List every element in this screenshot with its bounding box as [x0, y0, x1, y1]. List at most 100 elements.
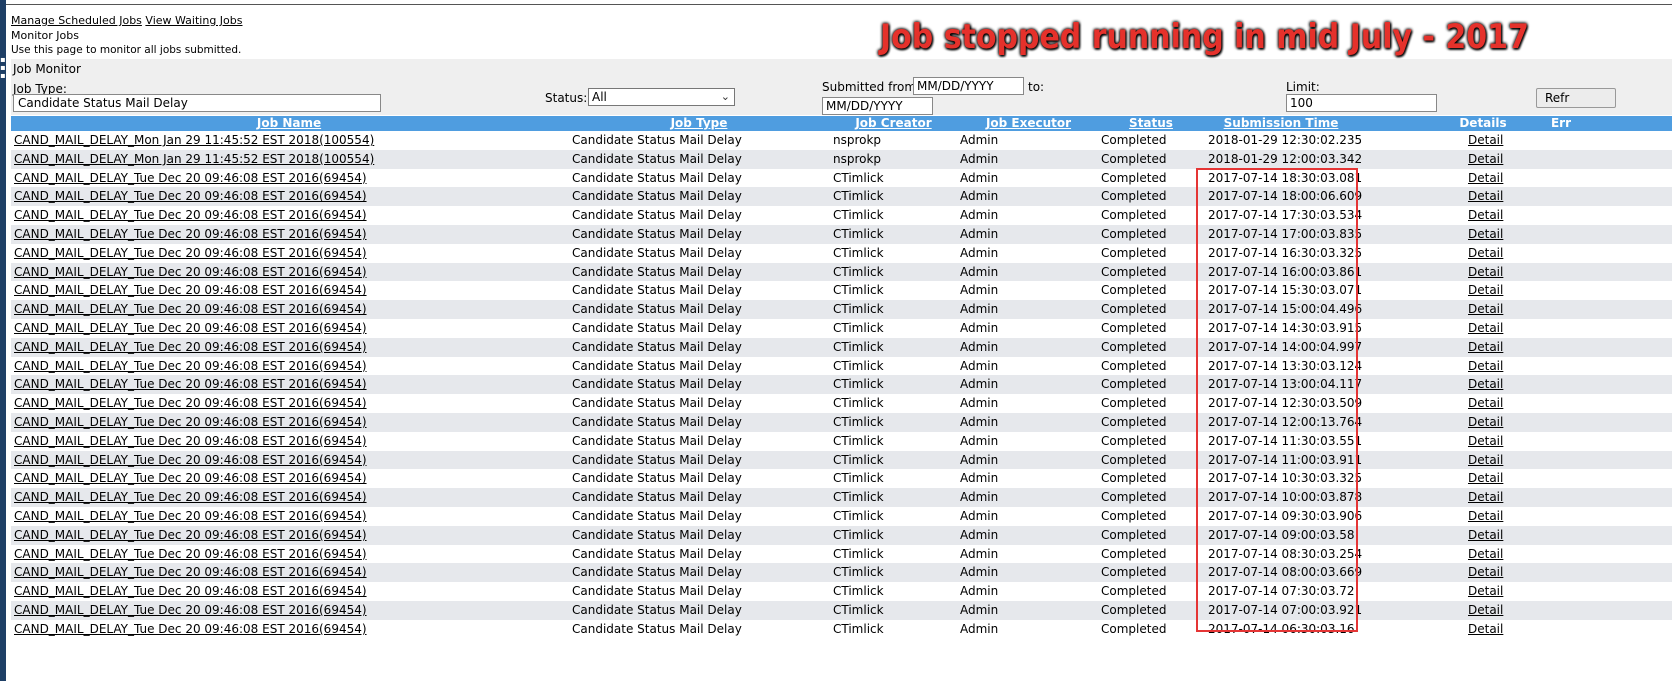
- detail-link[interactable]: Detail: [1468, 189, 1503, 203]
- job-name-link[interactable]: CAND_MAIL_DELAY_Tue Dec 20 09:46:08 EST …: [14, 171, 367, 185]
- job-type-cell: Candidate Status Mail Delay: [572, 133, 742, 147]
- job-name-link[interactable]: CAND_MAIL_DELAY_Tue Dec 20 09:46:08 EST …: [14, 565, 367, 579]
- detail-link[interactable]: Detail: [1468, 415, 1503, 429]
- detail-link[interactable]: Detail: [1468, 152, 1503, 166]
- job-type-cell: Candidate Status Mail Delay: [572, 433, 742, 448]
- job-name-link[interactable]: CAND_MAIL_DELAY_Tue Dec 20 09:46:08 EST …: [14, 208, 367, 222]
- job-name-link[interactable]: CAND_MAIL_DELAY_Tue Dec 20 09:46:08 EST …: [14, 359, 367, 373]
- top-nav-links: Manage Scheduled Jobs View Waiting Jobs: [11, 14, 242, 27]
- column-header-submission-time[interactable]: Submission Time: [1201, 116, 1361, 131]
- job-name-link[interactable]: CAND_MAIL_DELAY_Tue Dec 20 09:46:08 EST …: [14, 189, 367, 203]
- job-type-cell: Candidate Status Mail Delay: [572, 189, 742, 204]
- detail-link[interactable]: Detail: [1468, 509, 1503, 523]
- job-name-link[interactable]: CAND_MAIL_DELAY_Tue Dec 20 09:46:08 EST …: [14, 246, 367, 260]
- detail-link[interactable]: Detail: [1468, 471, 1503, 485]
- job-creator-cell: CTimlick: [833, 414, 884, 429]
- detail-link[interactable]: Detail: [1468, 133, 1503, 147]
- column-header-job-name[interactable]: Job Name: [11, 116, 567, 131]
- detail-link[interactable]: Detail: [1468, 246, 1503, 260]
- limit-input[interactable]: 100: [1286, 94, 1437, 112]
- job-executor-cell: Admin: [960, 358, 999, 373]
- submission-time-cell: 2017-07-14 13:00:04.117: [1208, 377, 1363, 392]
- submission-time-cell: 2017-07-14 08:00:03.669: [1208, 565, 1363, 580]
- job-type-cell: Candidate Status Mail Delay: [572, 208, 742, 223]
- job-name-link[interactable]: CAND_MAIL_DELAY_Tue Dec 20 09:46:08 EST …: [14, 415, 367, 429]
- job-executor-cell: Admin: [960, 621, 999, 636]
- limit-label: Limit:: [1286, 80, 1320, 94]
- detail-link[interactable]: Detail: [1468, 434, 1503, 448]
- job-name-link[interactable]: CAND_MAIL_DELAY_Tue Dec 20 09:46:08 EST …: [14, 490, 367, 504]
- detail-link[interactable]: Detail: [1468, 283, 1503, 297]
- submitted-from-input[interactable]: MM/DD/YYYY: [913, 77, 1024, 95]
- status-cell: Completed: [1101, 245, 1167, 260]
- detail-link[interactable]: Detail: [1468, 396, 1503, 410]
- job-name-link[interactable]: CAND_MAIL_DELAY_Tue Dec 20 09:46:08 EST …: [14, 471, 367, 485]
- status-cell: Completed: [1101, 226, 1167, 241]
- status-cell: Completed: [1101, 208, 1167, 223]
- detail-link[interactable]: Detail: [1468, 265, 1503, 279]
- detail-link[interactable]: Detail: [1468, 490, 1503, 504]
- detail-link[interactable]: Detail: [1468, 227, 1503, 241]
- detail-link[interactable]: Detail: [1468, 359, 1503, 373]
- submission-time-cell: 2017-07-14 11:00:03.911: [1208, 452, 1363, 467]
- detail-link[interactable]: Detail: [1468, 171, 1503, 185]
- status-cell: Completed: [1101, 602, 1167, 617]
- detail-link[interactable]: Detail: [1468, 565, 1503, 579]
- status-cell: Completed: [1101, 584, 1167, 599]
- column-header-status[interactable]: Status: [1101, 116, 1201, 131]
- sidebar-edge-glyph: ▪ ▪ ▪: [0, 55, 6, 80]
- job-name-link[interactable]: CAND_MAIL_DELAY_Tue Dec 20 09:46:08 EST …: [14, 603, 367, 617]
- table-row: CAND_MAIL_DELAY_Tue Dec 20 09:46:08 EST …: [11, 300, 1672, 319]
- job-executor-cell: Admin: [960, 133, 999, 147]
- job-name-link[interactable]: CAND_MAIL_DELAY_Tue Dec 20 09:46:08 EST …: [14, 453, 367, 467]
- job-executor-cell: Admin: [960, 283, 999, 298]
- job-name-link[interactable]: CAND_MAIL_DELAY_Tue Dec 20 09:46:08 EST …: [14, 377, 367, 391]
- job-creator-cell: CTimlick: [833, 471, 884, 486]
- job-type-cell: Candidate Status Mail Delay: [572, 565, 742, 580]
- detail-link[interactable]: Detail: [1468, 528, 1503, 542]
- job-name-link[interactable]: CAND_MAIL_DELAY_Tue Dec 20 09:46:08 EST …: [14, 283, 367, 297]
- job-type-cell: Candidate Status Mail Delay: [572, 264, 742, 279]
- submission-time-cell: 2018-01-29 12:00:03.342: [1208, 151, 1363, 166]
- job-name-link[interactable]: CAND_MAIL_DELAY_Tue Dec 20 09:46:08 EST …: [14, 528, 367, 542]
- job-name-link[interactable]: CAND_MAIL_DELAY_Mon Jan 29 11:45:52 EST …: [14, 152, 374, 166]
- detail-link[interactable]: Detail: [1468, 603, 1503, 617]
- submission-time-cell: 2017-07-14 14:30:03.915: [1208, 320, 1363, 335]
- detail-link[interactable]: Detail: [1468, 321, 1503, 335]
- submission-time-cell: 2017-07-14 16:00:03.861: [1208, 264, 1363, 279]
- view-waiting-jobs-link[interactable]: View Waiting Jobs: [145, 14, 242, 27]
- job-name-link[interactable]: CAND_MAIL_DELAY_Tue Dec 20 09:46:08 EST …: [14, 302, 367, 316]
- detail-link[interactable]: Detail: [1468, 340, 1503, 354]
- submitted-to-input[interactable]: MM/DD/YYYY: [822, 97, 933, 115]
- job-type-cell: Candidate Status Mail Delay: [572, 283, 742, 298]
- detail-link[interactable]: Detail: [1468, 622, 1503, 636]
- detail-link[interactable]: Detail: [1468, 584, 1503, 598]
- table-row: CAND_MAIL_DELAY_Tue Dec 20 09:46:08 EST …: [11, 582, 1672, 601]
- detail-link[interactable]: Detail: [1468, 302, 1503, 316]
- column-header-job-executor[interactable]: Job Executor: [956, 116, 1101, 131]
- status-cell: Completed: [1101, 264, 1167, 279]
- job-name-link[interactable]: CAND_MAIL_DELAY_Mon Jan 29 11:45:52 EST …: [14, 133, 374, 147]
- job-name-link[interactable]: CAND_MAIL_DELAY_Tue Dec 20 09:46:08 EST …: [14, 622, 367, 636]
- job-type-input[interactable]: Candidate Status Mail Delay: [13, 94, 381, 112]
- job-name-link[interactable]: CAND_MAIL_DELAY_Tue Dec 20 09:46:08 EST …: [14, 321, 367, 335]
- detail-link[interactable]: Detail: [1468, 208, 1503, 222]
- detail-link[interactable]: Detail: [1468, 377, 1503, 391]
- detail-link[interactable]: Detail: [1468, 453, 1503, 467]
- page-subtitle: Monitor Jobs: [11, 29, 79, 42]
- job-name-link[interactable]: CAND_MAIL_DELAY_Tue Dec 20 09:46:08 EST …: [14, 434, 367, 448]
- manage-scheduled-jobs-link[interactable]: Manage Scheduled Jobs: [11, 14, 142, 27]
- detail-link[interactable]: Detail: [1468, 547, 1503, 561]
- job-name-link[interactable]: CAND_MAIL_DELAY_Tue Dec 20 09:46:08 EST …: [14, 547, 367, 561]
- job-name-link[interactable]: CAND_MAIL_DELAY_Tue Dec 20 09:46:08 EST …: [14, 396, 367, 410]
- job-name-link[interactable]: CAND_MAIL_DELAY_Tue Dec 20 09:46:08 EST …: [14, 509, 367, 523]
- job-name-link[interactable]: CAND_MAIL_DELAY_Tue Dec 20 09:46:08 EST …: [14, 265, 367, 279]
- column-header-job-type[interactable]: Job Type: [567, 116, 831, 131]
- job-executor-cell: Admin: [960, 414, 999, 429]
- column-header-job-creator[interactable]: Job Creator: [831, 116, 956, 131]
- job-name-link[interactable]: CAND_MAIL_DELAY_Tue Dec 20 09:46:08 EST …: [14, 340, 367, 354]
- job-name-link[interactable]: CAND_MAIL_DELAY_Tue Dec 20 09:46:08 EST …: [14, 584, 367, 598]
- status-select[interactable]: All ⌄: [588, 88, 735, 106]
- job-name-link[interactable]: CAND_MAIL_DELAY_Tue Dec 20 09:46:08 EST …: [14, 227, 367, 241]
- refresh-button[interactable]: Refr: [1536, 88, 1616, 108]
